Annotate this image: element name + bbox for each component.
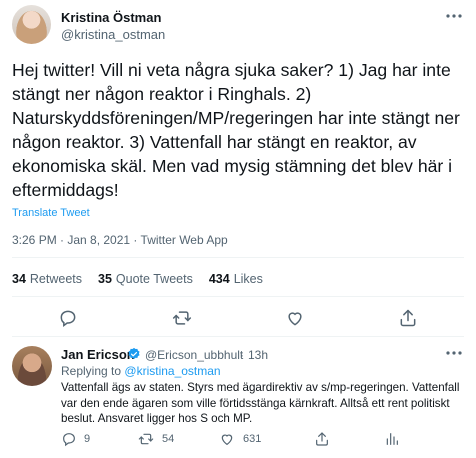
author-handle[interactable]: @kristina_ostman (61, 27, 165, 42)
tweet-timestamp[interactable]: 3:26 PM · Jan 8, 2021 · Twitter Web App (12, 233, 228, 247)
share-icon[interactable] (398, 308, 418, 328)
more-icon[interactable] (444, 10, 464, 22)
verified-icon (128, 347, 140, 359)
avatar[interactable] (12, 346, 52, 386)
reply-icon[interactable] (61, 431, 77, 447)
reply-actions: 9 54 631 (0, 431, 476, 449)
retweet-icon[interactable] (172, 308, 192, 328)
tweet-stats: 34 Retweets 35 Quote Tweets 434 Likes (12, 272, 263, 286)
tweet-text: Hej twitter! Vill ni veta några sjuka sa… (12, 60, 460, 200)
likes-label: Likes (233, 272, 263, 286)
more-icon[interactable] (444, 347, 464, 359)
quote-tweets-label: Quote Tweets (115, 272, 193, 286)
reply-author-handle[interactable]: @Ericson_ubbhult (145, 348, 243, 362)
reply-text: Vattenfall ägs av staten. Styrs med ägar… (61, 381, 460, 425)
quote-tweets-count: 35 (98, 272, 112, 286)
avatar[interactable] (12, 5, 51, 44)
replying-to: Replying to @kristina_ostman (61, 364, 221, 378)
retweet-icon[interactable] (138, 431, 154, 447)
replying-to-mention[interactable]: @kristina_ostman (124, 364, 220, 378)
likes-count: 434 (208, 272, 230, 286)
tweet-actions (0, 308, 476, 330)
reply-author-name[interactable]: Jan Ericson (61, 347, 135, 362)
reply-icon[interactable] (58, 308, 78, 328)
likes-stat[interactable]: 434 Likes (209, 272, 263, 286)
divider (12, 257, 464, 258)
retweet-count: 54 (162, 433, 175, 445)
share-icon[interactable] (314, 431, 330, 447)
reply-count: 9 (84, 433, 91, 445)
translate-tweet-link[interactable]: Translate Tweet (12, 207, 90, 219)
divider (12, 336, 464, 337)
like-icon[interactable] (219, 431, 235, 447)
retweets-count: 34 (12, 272, 26, 286)
separator-dot: · (240, 348, 244, 362)
retweets-label: Retweets (29, 272, 83, 286)
analytics-icon[interactable] (384, 431, 400, 447)
divider (12, 296, 464, 297)
like-count: 631 (243, 433, 262, 445)
like-icon[interactable] (285, 308, 305, 328)
reply-time[interactable]: 13h (248, 348, 268, 362)
quote-tweets-stat[interactable]: 35 Quote Tweets (98, 272, 193, 286)
retweets-stat[interactable]: 34 Retweets (12, 272, 82, 286)
author-name[interactable]: Kristina Östman (61, 10, 161, 25)
replying-prefix: Replying to (61, 364, 122, 378)
